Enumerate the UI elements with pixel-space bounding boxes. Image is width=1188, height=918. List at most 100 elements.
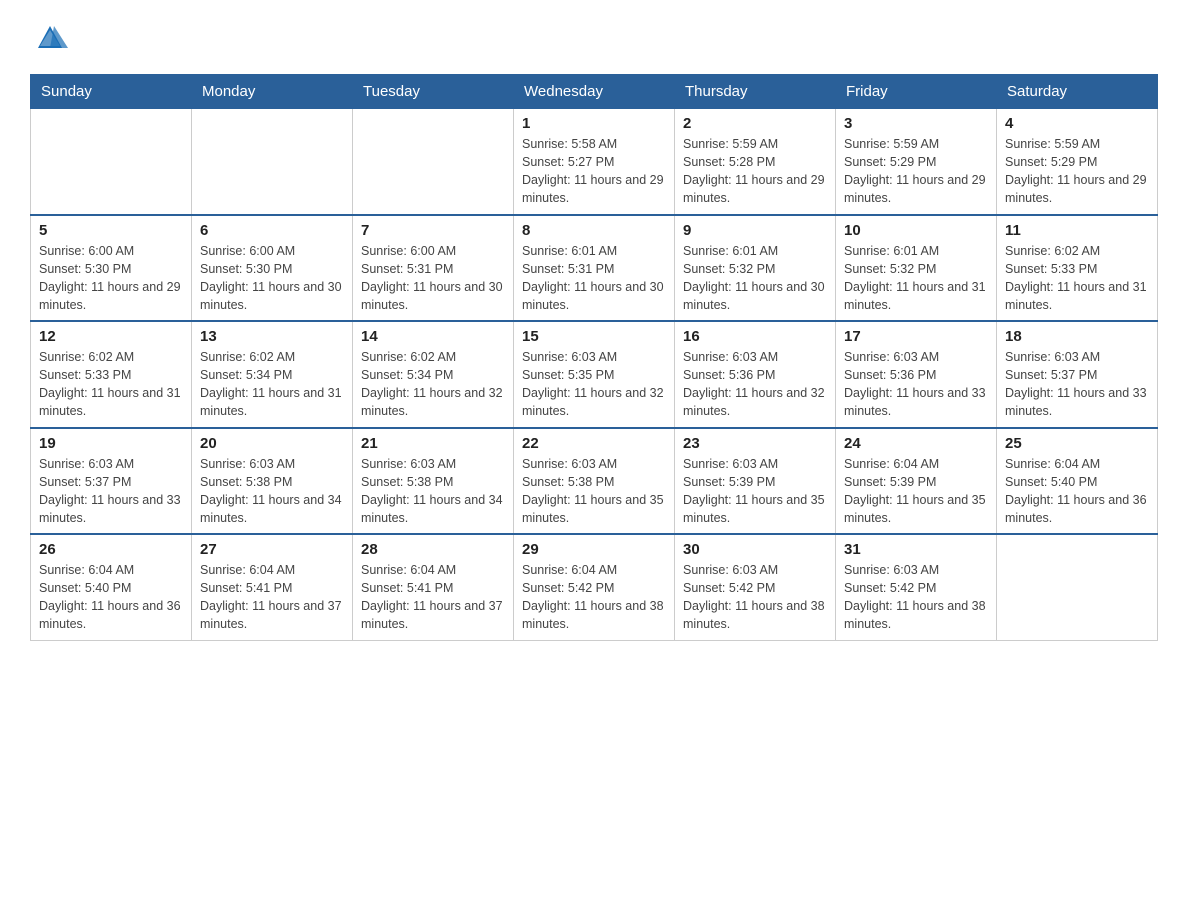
calendar-day-cell: 19Sunrise: 6:03 AMSunset: 5:37 PMDayligh… xyxy=(31,428,192,535)
day-sun-info: Sunrise: 6:04 AMSunset: 5:40 PMDaylight:… xyxy=(1005,455,1149,528)
day-sun-info: Sunrise: 6:00 AMSunset: 5:30 PMDaylight:… xyxy=(200,242,344,315)
logo xyxy=(30,20,70,56)
calendar-day-cell: 16 Sunrise: 6:03 AMSunset: 5:36 PMDayligh… xyxy=(675,321,836,428)
day-number: 12 xyxy=(39,328,183,345)
day-sun-info: Sunrise: 6:03 AMSunset: 5:36 PMDaylight:… xyxy=(844,348,988,421)
day-number: 28 xyxy=(361,541,505,558)
calendar-day-cell: 24 Sunrise: 6:04 AMSunset: 5:39 PMDayligh… xyxy=(836,428,997,535)
calendar-day-cell: 22 Sunrise: 6:03 AMSunset: 5:38 PMDayligh… xyxy=(514,428,675,535)
calendar-day-cell: 25 Sunrise: 6:04 AMSunset: 5:40 PMDayligh… xyxy=(997,428,1158,535)
day-number: 13 xyxy=(200,328,344,345)
calendar-day-cell: 9 Sunrise: 6:01 AMSunset: 5:32 PMDaylight… xyxy=(675,215,836,322)
day-sun-info: Sunrise: 6:03 AMSunset: 5:42 PMDaylight:… xyxy=(844,561,988,634)
day-sun-info: Sunrise: 6:03 AMSunset: 5:39 PMDaylight:… xyxy=(683,455,827,528)
day-number: 27 xyxy=(200,541,344,558)
day-number: 9 xyxy=(683,222,827,239)
calendar-table: SundayMondayTuesdayWednesdayThursdayFrid… xyxy=(30,74,1158,641)
day-number: 14 xyxy=(361,328,505,345)
day-sun-info: Sunrise: 6:01 AMSunset: 5:32 PMDaylight:… xyxy=(683,242,827,315)
day-number: 3 xyxy=(844,115,988,132)
calendar-day-cell: 11 Sunrise: 6:02 AMSunset: 5:33 PMDayligh… xyxy=(997,215,1158,322)
calendar-week-row: 19Sunrise: 6:03 AMSunset: 5:37 PMDayligh… xyxy=(31,428,1158,535)
logo-icon xyxy=(32,20,68,56)
calendar-day-cell: 23Sunrise: 6:03 AMSunset: 5:39 PMDayligh… xyxy=(675,428,836,535)
calendar-day-cell: 6 Sunrise: 6:00 AMSunset: 5:30 PMDaylight… xyxy=(192,215,353,322)
day-sun-info: Sunrise: 6:03 AMSunset: 5:38 PMDaylight:… xyxy=(522,455,666,528)
day-sun-info: Sunrise: 5:59 AMSunset: 5:29 PMDaylight:… xyxy=(844,135,988,208)
day-of-week-header: Tuesday xyxy=(353,75,514,109)
calendar-day-cell: 3 Sunrise: 5:59 AMSunset: 5:29 PMDaylight… xyxy=(836,109,997,215)
calendar-day-cell: 15 Sunrise: 6:03 AMSunset: 5:35 PMDayligh… xyxy=(514,321,675,428)
day-of-week-header: Wednesday xyxy=(514,75,675,109)
day-of-week-header: Monday xyxy=(192,75,353,109)
calendar-day-cell xyxy=(997,534,1158,640)
day-number: 20 xyxy=(200,435,344,452)
day-number: 15 xyxy=(522,328,666,345)
calendar-day-cell: 30Sunrise: 6:03 AMSunset: 5:42 PMDayligh… xyxy=(675,534,836,640)
calendar-week-row: 12Sunrise: 6:02 AMSunset: 5:33 PMDayligh… xyxy=(31,321,1158,428)
day-number: 21 xyxy=(361,435,505,452)
calendar-day-cell: 1 Sunrise: 5:58 AMSunset: 5:27 PMDaylight… xyxy=(514,109,675,215)
calendar-day-cell: 10 Sunrise: 6:01 AMSunset: 5:32 PMDayligh… xyxy=(836,215,997,322)
day-sun-info: Sunrise: 6:04 AMSunset: 5:42 PMDaylight:… xyxy=(522,561,666,634)
day-sun-info: Sunrise: 6:02 AMSunset: 5:34 PMDaylight:… xyxy=(200,348,344,421)
day-sun-info: Sunrise: 6:03 AMSunset: 5:38 PMDaylight:… xyxy=(361,455,505,528)
calendar-week-row: 5 Sunrise: 6:00 AMSunset: 5:30 PMDaylight… xyxy=(31,215,1158,322)
day-number: 16 xyxy=(683,328,827,345)
day-sun-info: Sunrise: 6:04 AMSunset: 5:41 PMDaylight:… xyxy=(200,561,344,634)
day-sun-info: Sunrise: 5:59 AMSunset: 5:29 PMDaylight:… xyxy=(1005,135,1149,208)
day-sun-info: Sunrise: 5:58 AMSunset: 5:27 PMDaylight:… xyxy=(522,135,666,208)
day-number: 24 xyxy=(844,435,988,452)
calendar-day-cell: 8 Sunrise: 6:01 AMSunset: 5:31 PMDaylight… xyxy=(514,215,675,322)
day-number: 4 xyxy=(1005,115,1149,132)
day-of-week-header: Thursday xyxy=(675,75,836,109)
day-sun-info: Sunrise: 6:01 AMSunset: 5:32 PMDaylight:… xyxy=(844,242,988,315)
calendar-day-cell: 7Sunrise: 6:00 AMSunset: 5:31 PMDaylight… xyxy=(353,215,514,322)
day-sun-info: Sunrise: 6:02 AMSunset: 5:34 PMDaylight:… xyxy=(361,348,505,421)
day-sun-info: Sunrise: 6:04 AMSunset: 5:39 PMDaylight:… xyxy=(844,455,988,528)
calendar-day-cell: 29 Sunrise: 6:04 AMSunset: 5:42 PMDayligh… xyxy=(514,534,675,640)
day-number: 25 xyxy=(1005,435,1149,452)
day-sun-info: Sunrise: 6:01 AMSunset: 5:31 PMDaylight:… xyxy=(522,242,666,315)
calendar-day-cell: 28 Sunrise: 6:04 AMSunset: 5:41 PMDayligh… xyxy=(353,534,514,640)
day-sun-info: Sunrise: 6:04 AMSunset: 5:41 PMDaylight:… xyxy=(361,561,505,634)
calendar-day-cell: 21 Sunrise: 6:03 AMSunset: 5:38 PMDayligh… xyxy=(353,428,514,535)
calendar-day-cell: 27 Sunrise: 6:04 AMSunset: 5:41 PMDayligh… xyxy=(192,534,353,640)
calendar-day-cell xyxy=(353,109,514,215)
day-number: 8 xyxy=(522,222,666,239)
day-number: 17 xyxy=(844,328,988,345)
calendar-day-cell xyxy=(31,109,192,215)
day-sun-info: Sunrise: 6:04 AMSunset: 5:40 PMDaylight:… xyxy=(39,561,183,634)
calendar-day-cell: 12Sunrise: 6:02 AMSunset: 5:33 PMDayligh… xyxy=(31,321,192,428)
day-sun-info: Sunrise: 6:03 AMSunset: 5:37 PMDaylight:… xyxy=(39,455,183,528)
day-number: 11 xyxy=(1005,222,1149,239)
day-number: 5 xyxy=(39,222,183,239)
calendar-day-cell: 26 Sunrise: 6:04 AMSunset: 5:40 PMDayligh… xyxy=(31,534,192,640)
day-number: 31 xyxy=(844,541,988,558)
day-number: 30 xyxy=(683,541,827,558)
day-sun-info: Sunrise: 6:03 AMSunset: 5:36 PMDaylight:… xyxy=(683,348,827,421)
calendar-day-cell: 31 Sunrise: 6:03 AMSunset: 5:42 PMDayligh… xyxy=(836,534,997,640)
day-sun-info: Sunrise: 6:03 AMSunset: 5:38 PMDaylight:… xyxy=(200,455,344,528)
day-sun-info: Sunrise: 5:59 AMSunset: 5:28 PMDaylight:… xyxy=(683,135,827,208)
day-number: 6 xyxy=(200,222,344,239)
day-of-week-header: Sunday xyxy=(31,75,192,109)
calendar-day-cell: 18 Sunrise: 6:03 AMSunset: 5:37 PMDayligh… xyxy=(997,321,1158,428)
calendar-day-cell: 2Sunrise: 5:59 AMSunset: 5:28 PMDaylight… xyxy=(675,109,836,215)
day-number: 7 xyxy=(361,222,505,239)
day-number: 26 xyxy=(39,541,183,558)
day-number: 18 xyxy=(1005,328,1149,345)
day-number: 10 xyxy=(844,222,988,239)
day-sun-info: Sunrise: 6:03 AMSunset: 5:35 PMDaylight:… xyxy=(522,348,666,421)
day-number: 1 xyxy=(522,115,666,132)
calendar-day-cell: 14 Sunrise: 6:02 AMSunset: 5:34 PMDayligh… xyxy=(353,321,514,428)
calendar-day-cell: 13 Sunrise: 6:02 AMSunset: 5:34 PMDayligh… xyxy=(192,321,353,428)
calendar-week-row: 26 Sunrise: 6:04 AMSunset: 5:40 PMDayligh… xyxy=(31,534,1158,640)
day-of-week-header: Saturday xyxy=(997,75,1158,109)
day-number: 29 xyxy=(522,541,666,558)
day-number: 22 xyxy=(522,435,666,452)
day-sun-info: Sunrise: 6:03 AMSunset: 5:37 PMDaylight:… xyxy=(1005,348,1149,421)
calendar-day-cell: 4 Sunrise: 5:59 AMSunset: 5:29 PMDaylight… xyxy=(997,109,1158,215)
calendar-day-cell: 17 Sunrise: 6:03 AMSunset: 5:36 PMDayligh… xyxy=(836,321,997,428)
day-sun-info: Sunrise: 6:02 AMSunset: 5:33 PMDaylight:… xyxy=(1005,242,1149,315)
